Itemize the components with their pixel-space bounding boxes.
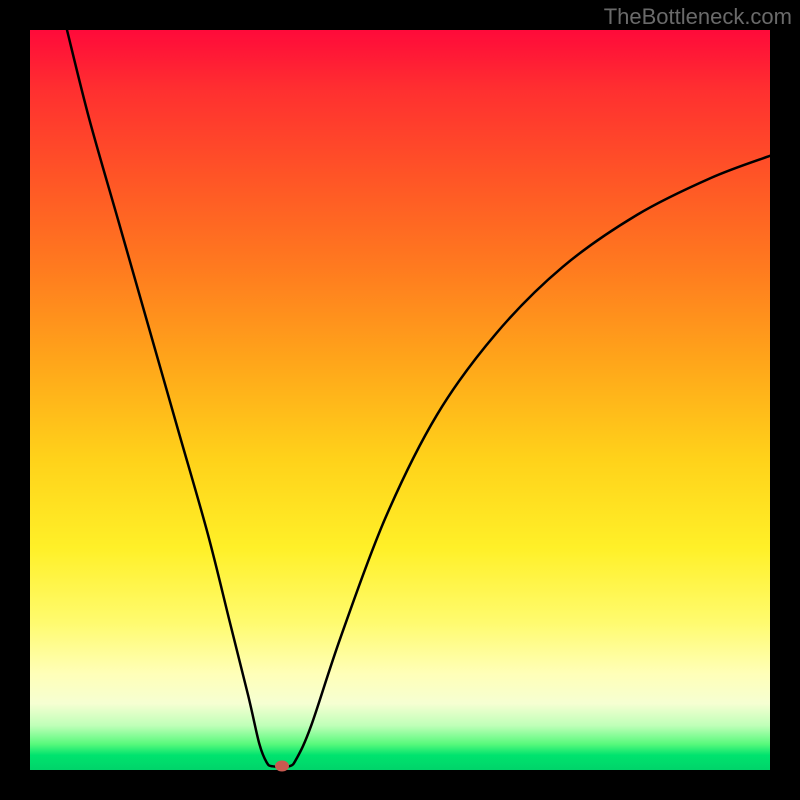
- bottleneck-curve: [30, 30, 770, 770]
- optimal-point-marker: [275, 761, 289, 772]
- chart-frame: TheBottleneck.com: [0, 0, 800, 800]
- plot-area: [30, 30, 770, 770]
- watermark-text: TheBottleneck.com: [604, 4, 792, 30]
